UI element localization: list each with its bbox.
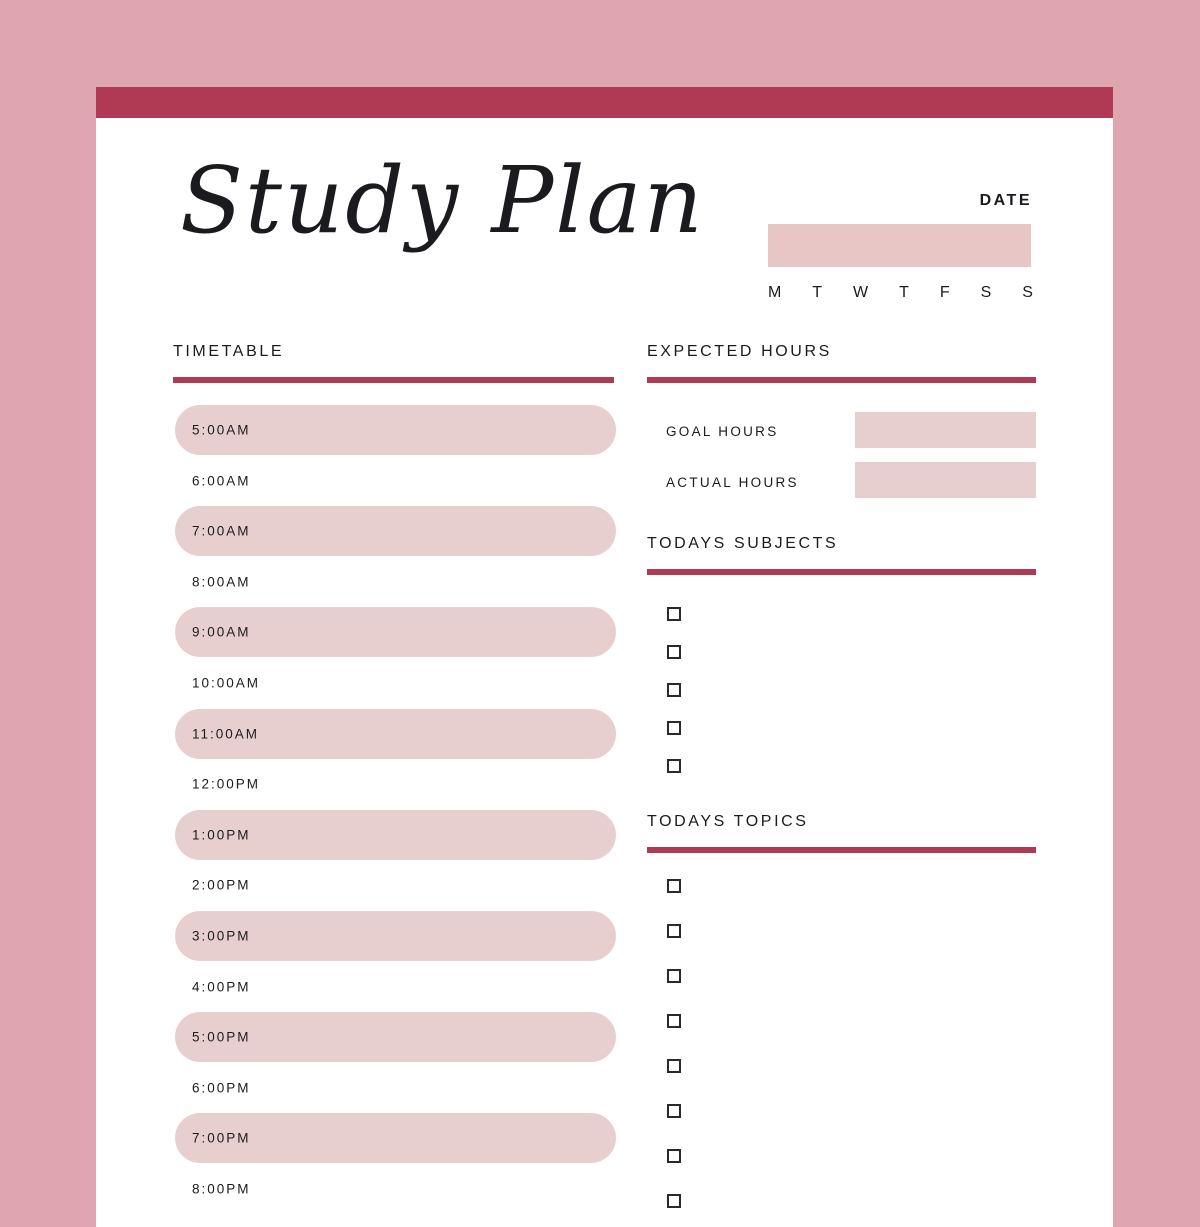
topic-checkbox[interactable] — [667, 1104, 681, 1118]
timetable-time-label: 2:00PM — [192, 877, 251, 893]
timetable-slot[interactable]: 8:00PM — [175, 1164, 616, 1214]
timetable-slot[interactable]: 1:00PM — [175, 809, 616, 860]
timetable-slot[interactable]: 4:00PM — [175, 962, 616, 1012]
timetable-slot[interactable]: 6:00PM — [175, 1063, 616, 1113]
timetable-slot[interactable]: 9:00AM — [175, 607, 616, 658]
weekday-selector: M T W T F S S — [768, 284, 1033, 302]
timetable-time-label: 1:00PM — [192, 827, 251, 843]
timetable-slot[interactable]: 8:00AM — [175, 557, 616, 607]
expected-hours-heading: EXPECTED HOURS — [647, 343, 832, 360]
subjects-divider — [647, 569, 1036, 575]
timetable-time-label: 5:00PM — [192, 1029, 251, 1045]
timetable-time-label: 9:00AM — [192, 624, 251, 640]
weekday-monday[interactable]: M — [768, 284, 781, 302]
topic-checkbox[interactable] — [667, 969, 681, 983]
timetable-slot[interactable]: 11:00AM — [175, 708, 616, 759]
timetable-time-label: 8:00PM — [192, 1181, 251, 1197]
topic-checkbox[interactable] — [667, 879, 681, 893]
goal-hours-field[interactable] — [855, 412, 1036, 448]
date-field[interactable] — [768, 224, 1031, 267]
weekday-thursday[interactable]: T — [899, 284, 909, 302]
topics-divider — [647, 847, 1036, 853]
topic-checkbox[interactable] — [667, 1059, 681, 1073]
subjects-heading: TODAYS SUBJECTS — [647, 535, 839, 552]
timetable-time-label: 4:00PM — [192, 979, 251, 995]
topic-checkbox[interactable] — [667, 924, 681, 938]
weekday-wednesday[interactable]: W — [853, 284, 868, 302]
timetable-divider — [173, 377, 614, 383]
topic-checkbox[interactable] — [667, 1194, 681, 1208]
weekday-tuesday[interactable]: T — [812, 284, 822, 302]
timetable-slot[interactable]: 5:00PM — [175, 1012, 616, 1063]
timetable-time-label: 7:00AM — [192, 523, 251, 539]
topic-checkbox[interactable] — [667, 1149, 681, 1163]
expected-hours-divider — [647, 377, 1036, 383]
timetable-time-label: 12:00PM — [192, 776, 261, 792]
topic-checkbox[interactable] — [667, 1014, 681, 1028]
timetable-slot[interactable]: 12:00PM — [175, 759, 616, 809]
study-plan-page: Study Plan DATE M T W T F S S TIMETABLE … — [96, 87, 1113, 1227]
topics-heading: TODAYS TOPICS — [647, 813, 809, 830]
timetable-time-label: 7:00PM — [192, 1130, 251, 1146]
timetable-slot[interactable]: 3:00PM — [175, 911, 616, 961]
timetable-time-label: 10:00AM — [192, 675, 261, 691]
actual-hours-field[interactable] — [855, 462, 1036, 498]
weekday-friday[interactable]: F — [940, 284, 950, 302]
actual-hours-label: ACTUAL HOURS — [666, 475, 799, 490]
timetable-heading: TIMETABLE — [173, 343, 285, 360]
timetable-slot[interactable]: 5:00AM — [175, 405, 616, 455]
subject-checkbox[interactable] — [667, 645, 681, 659]
timetable-time-label: 5:00AM — [192, 422, 251, 438]
timetable-time-label: 8:00AM — [192, 574, 251, 590]
timetable-time-label: 11:00AM — [192, 726, 260, 742]
timetable-slot[interactable]: 6:00AM — [175, 456, 616, 506]
weekday-saturday[interactable]: S — [981, 284, 992, 302]
timetable-time-label: 6:00AM — [192, 473, 251, 489]
weekday-sunday[interactable]: S — [1022, 284, 1033, 302]
timetable-slot[interactable]: 7:00PM — [175, 1113, 616, 1164]
timetable-time-label: 6:00PM — [192, 1080, 251, 1096]
subject-checkbox[interactable] — [667, 607, 681, 621]
goal-hours-label: GOAL HOURS — [666, 424, 779, 439]
subject-checkbox[interactable] — [667, 683, 681, 697]
timetable-time-label: 3:00PM — [192, 928, 251, 944]
subject-checkbox[interactable] — [667, 759, 681, 773]
page-title: Study Plan — [180, 147, 705, 254]
date-label: DATE — [979, 192, 1032, 209]
timetable-slot[interactable]: 10:00AM — [175, 658, 616, 708]
top-accent-bar — [96, 87, 1113, 118]
subject-checkbox[interactable] — [667, 721, 681, 735]
timetable-slot[interactable]: 7:00AM — [175, 506, 616, 557]
timetable-slot[interactable]: 2:00PM — [175, 860, 616, 910]
